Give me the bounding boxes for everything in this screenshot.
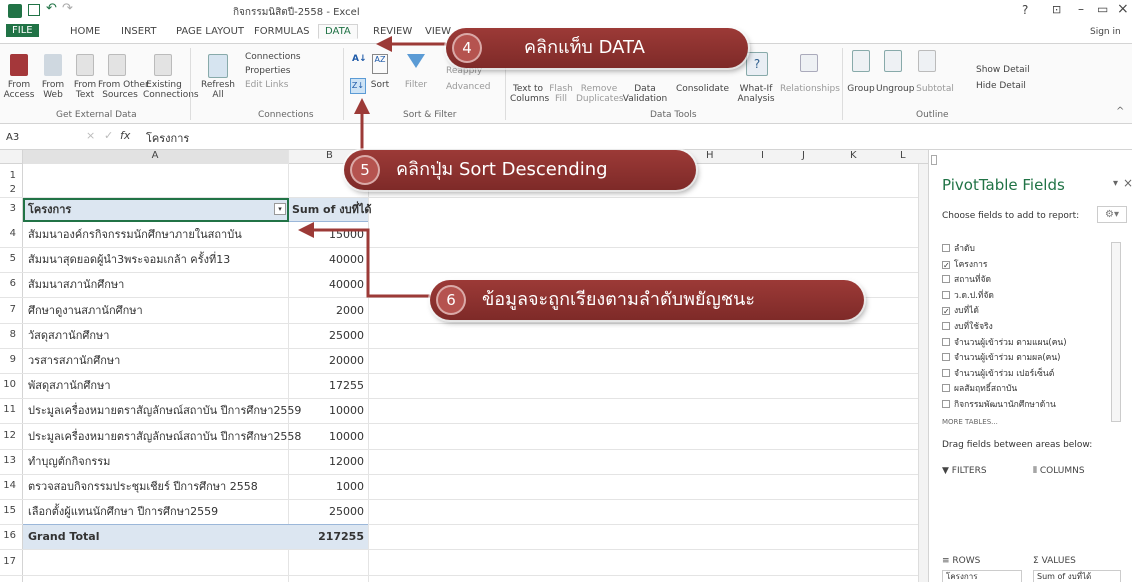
callout-step-4: 4 คลิกแท็บ DATA <box>446 28 748 68</box>
arrow-head <box>298 222 314 238</box>
arrow-to-data <box>312 228 430 298</box>
step-text: คลิกปุ่ม Sort Descending <box>396 159 608 180</box>
arrow-head <box>354 98 370 114</box>
step-text: ข้อมูลจะถูกเรียงตามลำดับพยัญชนะ <box>482 289 756 310</box>
step-number: 5 <box>350 155 380 185</box>
step-number: 4 <box>452 33 482 63</box>
arrow-head <box>376 36 392 52</box>
step-text: คลิกแท็บ DATA <box>524 37 645 58</box>
callout-step-6: 6 ข้อมูลจะถูกเรียงตามลำดับพยัญชนะ <box>430 280 864 320</box>
step-number: 6 <box>436 285 466 315</box>
callout-step-5: 5 คลิกปุ่ม Sort Descending <box>344 150 696 190</box>
